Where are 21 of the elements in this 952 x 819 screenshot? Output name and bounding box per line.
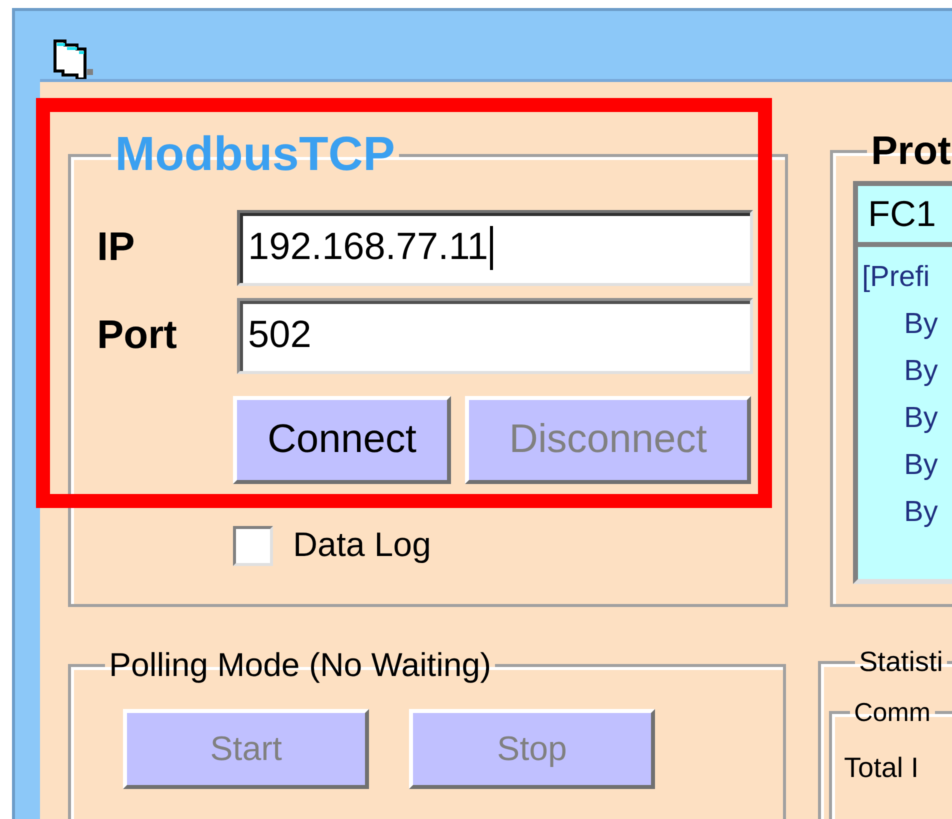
list-line: By <box>903 496 939 530</box>
stat-label: Total I <box>844 752 920 784</box>
field-label: Port <box>96 313 178 358</box>
checkbox[interactable] <box>233 526 273 566</box>
input-field[interactable]: 192.168.77.11 <box>237 210 753 286</box>
group-title: Polling Mode (No Waiting) <box>108 647 492 684</box>
field-label: IP <box>96 225 136 270</box>
group-title: Comm <box>853 698 932 726</box>
list-line: By <box>903 308 939 342</box>
connect-button[interactable]: Connect <box>233 396 451 484</box>
group-title: Prot <box>870 129 952 173</box>
checkbox-label: Data Log <box>293 526 431 566</box>
list-line: By <box>903 449 939 483</box>
list-line: By <box>903 402 939 436</box>
function-field[interactable]: FC1 <box>853 181 952 242</box>
window-icon <box>53 39 95 79</box>
list-line: By <box>903 355 939 389</box>
group-title: ModbusTCP <box>114 129 396 182</box>
group-title: Statisti <box>858 647 944 678</box>
list-line: [Prefi <box>862 261 931 295</box>
input-field[interactable]: 502 <box>237 298 753 374</box>
